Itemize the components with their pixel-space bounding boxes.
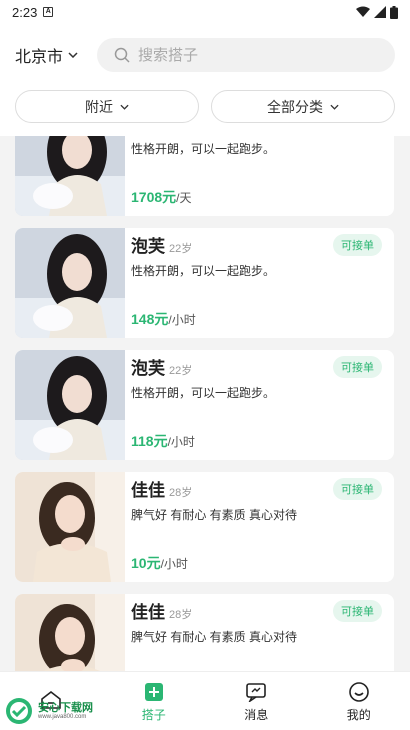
card-description: 性格开朗，可以一起跑步。 — [131, 386, 276, 400]
status-badge: 可接单 — [333, 356, 382, 378]
card-description: 脾气好 有耐心 有素质 真心对待 — [131, 508, 298, 522]
card-age: 28岁 — [169, 487, 193, 499]
filter-nearby[interactable]: 附近 — [15, 90, 199, 123]
notification-icon: A — [43, 7, 54, 17]
status-bar: 2:23 A — [0, 0, 410, 24]
card-name: 佳佳 — [131, 481, 165, 500]
partner-card[interactable]: 泡芙 22岁 可接单 性格开朗，可以一起跑步。 118元 /小时 — [15, 350, 394, 460]
smile-icon — [348, 681, 369, 702]
filter-nearby-label: 附近 — [85, 98, 113, 115]
card-description: 脾气好 有耐心 有素质 真心对待 — [131, 630, 298, 644]
tab-mine[interactable]: 我的 — [308, 672, 410, 730]
avatar-photo — [15, 228, 125, 338]
price-amount: 10元 — [131, 555, 161, 571]
price-unit: /小时 — [168, 313, 196, 327]
top-bar: 北京市 — [0, 24, 410, 86]
partner-card[interactable]: 泡芙 22岁 可接单 性格开朗，可以一起跑步。 148元 /小时 — [15, 228, 394, 338]
message-icon — [246, 682, 267, 702]
card-age: 28岁 — [169, 609, 193, 621]
avatar-photo — [15, 350, 125, 460]
avatar-photo — [15, 594, 125, 671]
chevron-down-icon — [68, 52, 78, 58]
status-badge: 可接单 — [333, 600, 382, 622]
card-price: 148元 /小时 — [131, 309, 196, 329]
battery-icon — [390, 5, 398, 19]
watermark-logo-icon — [6, 698, 32, 724]
card-description: 性格开朗，可以一起跑步。 — [131, 264, 276, 278]
partner-list: 认证 性格开朗，可以一起跑步。 1708元 /天 泡芙 22岁 — [0, 136, 410, 671]
city-selector[interactable]: 北京市 — [15, 43, 96, 67]
card-info: 认证 性格开朗，可以一起跑步。 1708元 /天 — [125, 136, 394, 216]
signal-icon — [374, 6, 386, 18]
card-name: 佳佳 — [131, 603, 165, 622]
card-info: 佳佳 28岁 可接单 脾气好 有耐心 有素质 真心对待 10元 /小时 — [125, 472, 394, 582]
status-icons — [356, 5, 398, 19]
tab-messages[interactable]: 消息 — [205, 672, 308, 730]
partner-card[interactable]: 认证 性格开朗，可以一起跑步。 1708元 /天 — [15, 136, 394, 216]
watermark-subtitle: www.java800.com — [38, 713, 87, 720]
price-amount: 118元 — [131, 433, 168, 449]
watermark-title: 安心下载网 — [38, 701, 93, 714]
city-label: 北京市 — [15, 49, 64, 66]
tab-partner-label: 搭子 — [141, 707, 166, 722]
card-age: 22岁 — [169, 243, 193, 255]
filter-category-label: 全部分类 — [267, 98, 323, 115]
price-unit: /小时 — [160, 557, 188, 571]
tab-mine-label: 我的 — [346, 707, 371, 722]
filter-bar: 附近 全部分类 — [0, 86, 410, 136]
tab-partner[interactable]: 搭子 — [103, 672, 206, 730]
status-badge: 可接单 — [333, 234, 382, 256]
price-amount: 1708元 — [131, 189, 177, 205]
price-unit: /天 — [176, 191, 192, 205]
filter-category[interactable]: 全部分类 — [211, 90, 395, 123]
card-info: 佳佳 28岁 可接单 脾气好 有耐心 有素质 真心对待 — [125, 594, 394, 671]
price-unit: /小时 — [167, 435, 195, 449]
card-price: 118元 /小时 — [131, 431, 195, 451]
search-icon — [114, 47, 130, 63]
status-badge: 可接单 — [333, 478, 382, 500]
avatar-photo — [15, 472, 125, 582]
status-time: 2:23 — [12, 4, 38, 20]
card-info: 泡芙 22岁 可接单 性格开朗，可以一起跑步。 118元 /小时 — [125, 350, 394, 460]
watermark: 安心下载网 www.java800.com — [4, 694, 108, 728]
card-name: 泡芙 — [131, 359, 165, 378]
chevron-down-icon — [330, 104, 339, 110]
card-info: 泡芙 22岁 可接单 性格开朗，可以一起跑步。 148元 /小时 — [125, 228, 394, 338]
plus-square-icon — [144, 682, 163, 701]
avatar-photo — [15, 136, 125, 216]
card-name: 泡芙 — [131, 237, 165, 256]
card-price: 10元 /小时 — [131, 553, 188, 573]
price-amount: 148元 — [131, 311, 169, 327]
partner-card[interactable]: 佳佳 28岁 可接单 脾气好 有耐心 有素质 真心对待 — [15, 594, 394, 671]
wifi-icon — [356, 6, 370, 17]
search-box[interactable] — [97, 38, 395, 72]
tab-messages-label: 消息 — [244, 707, 269, 722]
card-description: 性格开朗，可以一起跑步。 — [131, 142, 276, 156]
card-price: 1708元 /天 — [131, 187, 192, 207]
partner-card[interactable]: 佳佳 28岁 可接单 脾气好 有耐心 有素质 真心对待 10元 /小时 — [15, 472, 394, 582]
chevron-down-icon — [120, 104, 129, 110]
search-input[interactable] — [138, 46, 358, 64]
card-age: 22岁 — [169, 365, 193, 377]
